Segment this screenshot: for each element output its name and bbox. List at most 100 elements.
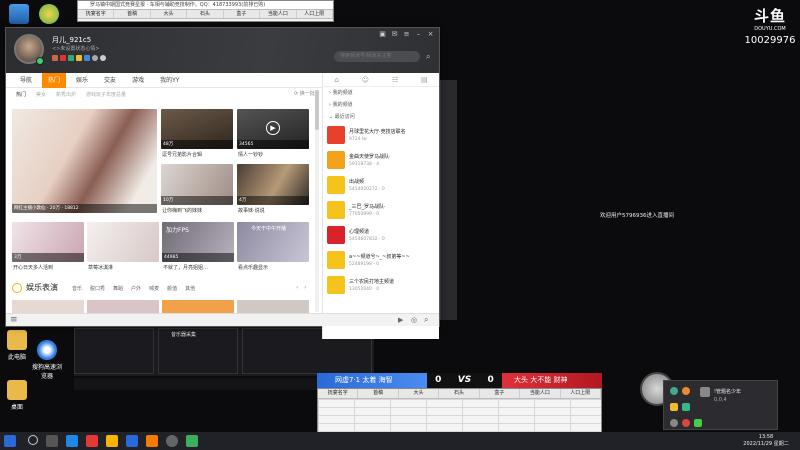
- edge-browser-icon[interactable]: [66, 435, 78, 447]
- badge-icon[interactable]: [68, 55, 74, 61]
- app-icon[interactable]: [86, 435, 98, 447]
- subtab-beauty[interactable]: 美女: [36, 89, 46, 101]
- recent-channel-item[interactable]: a~~频道兮~_~叔弟等~~ 52489198 · 0: [323, 248, 439, 273]
- stream-tile[interactable]: ▶ 34565: [237, 109, 309, 149]
- recent-channel-item[interactable]: 心理频道 5454607832 · 0: [323, 223, 439, 248]
- section-my-channel[interactable]: › 我的频道: [323, 87, 439, 99]
- tab-hot[interactable]: 热门: [42, 73, 67, 88]
- stream-tile[interactable]: [237, 300, 309, 314]
- stream-tile[interactable]: [162, 300, 234, 314]
- obs-source-item[interactable]: 昔乐器采集: [171, 331, 196, 338]
- section-tab[interactable]: 喊麦: [149, 285, 159, 292]
- app-icon[interactable]: [126, 435, 138, 447]
- home-icon[interactable]: ⌂: [334, 76, 338, 84]
- recent-channel-item[interactable]: 金曲天使罗马战队· 59318738 · 4: [323, 148, 439, 173]
- stream-tile[interactable]: 10万: [161, 164, 233, 205]
- subtab-annual[interactable]: 游戏玩子年度总量: [86, 89, 126, 101]
- desktop-icon-app[interactable]: [32, 4, 66, 26]
- recent-channel-item[interactable]: 三个农民打地主频道 13051040 · 0: [323, 273, 439, 298]
- channel-avatar: [327, 276, 345, 294]
- heart-icon[interactable]: [92, 55, 98, 61]
- user-signature[interactable]: <>未设置状态心情>: [52, 45, 100, 52]
- channel-info: 59318738 · 4: [349, 162, 380, 167]
- search-icon[interactable]: ⌕: [426, 52, 435, 61]
- channel-icon[interactable]: ▤: [421, 76, 428, 84]
- desktop-icon-desk[interactable]: 桌面: [0, 380, 34, 411]
- tab-games[interactable]: 游戏: [126, 73, 150, 88]
- task-view-icon[interactable]: [46, 435, 58, 447]
- tray-icon[interactable]: [682, 403, 690, 411]
- search-icon[interactable]: [28, 435, 38, 445]
- content-scrollbar[interactable]: [315, 90, 319, 312]
- section-tab[interactable]: 户外: [131, 285, 141, 292]
- stream-tile-featured[interactable]: 网红主播小歌仙 · 20万 · 18812: [12, 109, 157, 213]
- obs-scenes: [74, 328, 154, 374]
- skin-icon[interactable]: ▣: [378, 30, 387, 39]
- tile-overlay-text: 今天干中午开播: [251, 226, 287, 232]
- stream-tile[interactable]: 加力FPS 44985: [162, 222, 234, 262]
- subtab-newcomer[interactable]: 新秀出炉: [56, 89, 76, 101]
- folder-icon[interactable]: [106, 435, 118, 447]
- tray-icon[interactable]: [694, 419, 702, 427]
- section-recent[interactable]: ⌄ 最近访问: [323, 111, 439, 123]
- group-icon[interactable]: ☷: [392, 76, 398, 84]
- stream-tile[interactable]: [12, 300, 84, 314]
- badge-icon[interactable]: [60, 55, 66, 61]
- minimize-icon[interactable]: –: [414, 30, 423, 39]
- app-icon[interactable]: [166, 435, 178, 447]
- stream-tile[interactable]: 3万: [12, 222, 84, 262]
- desktop-icon-computer[interactable]: [2, 4, 36, 26]
- section-tab[interactable]: 舞蹈: [113, 285, 123, 292]
- tray-icon[interactable]: [670, 403, 678, 411]
- tab-entertainment[interactable]: 娱乐: [70, 73, 94, 88]
- scrollbar-thumb[interactable]: [315, 90, 319, 130]
- channel-search-input[interactable]: [334, 51, 420, 62]
- tray-icon[interactable]: [670, 419, 678, 427]
- desktop-icon-folder[interactable]: 此电脑: [0, 330, 34, 361]
- settings-icon[interactable]: [100, 55, 106, 61]
- section-tab[interactable]: 脱口秀: [90, 285, 105, 292]
- section-prev-icon[interactable]: ‹: [296, 284, 298, 291]
- recent-channel-item[interactable]: 月球里花大厅·竞技店联名 9724 lw: [323, 123, 439, 148]
- tray-icon[interactable]: [670, 387, 678, 395]
- refresh-button[interactable]: ⟳ 换一批: [294, 90, 315, 97]
- recent-channel-item[interactable]: _三巴_罗马战队· 77050999 · 0: [323, 198, 439, 223]
- stream-tile[interactable]: [87, 222, 159, 262]
- section-tab[interactable]: 音乐: [72, 285, 82, 292]
- stream-tile[interactable]: 48万: [161, 109, 233, 149]
- search-icon[interactable]: ⌕: [424, 315, 428, 325]
- channel-name: 出战频: [349, 179, 365, 185]
- play-icon[interactable]: ▶: [398, 316, 403, 324]
- message-icon[interactable]: ✉: [390, 30, 399, 39]
- desktop-icon-sogou[interactable]: 搜狗高速浏览器: [30, 340, 64, 380]
- tab-social[interactable]: 交友: [98, 73, 122, 88]
- user-name[interactable]: 月儿_921c5: [52, 35, 91, 45]
- section-my-channel-2[interactable]: › 我的频道: [323, 99, 439, 111]
- record-icon[interactable]: ◎: [411, 316, 417, 324]
- menu-icon[interactable]: ≡: [402, 30, 411, 39]
- section-tab[interactable]: 其他: [185, 285, 195, 292]
- section-next-icon[interactable]: ›: [304, 284, 306, 291]
- windows-start-icon[interactable]: [4, 435, 16, 447]
- stream-tile[interactable]: 今天干中午开播: [237, 222, 309, 262]
- clock[interactable]: 13:58 2022/11/29 星期二: [738, 434, 794, 448]
- badge-icon[interactable]: [84, 55, 90, 61]
- tray-icon[interactable]: [682, 387, 690, 395]
- stream-tile[interactable]: [87, 300, 159, 314]
- close-icon[interactable]: ×: [426, 30, 435, 39]
- recent-channel-item[interactable]: 出战频 5454020272 · 0: [323, 173, 439, 198]
- play-icon[interactable]: ▶: [266, 121, 280, 135]
- section-tab[interactable]: 颜值: [167, 285, 177, 292]
- tab-nav[interactable]: 导航: [14, 73, 38, 88]
- tab-my-yy[interactable]: 我的YY: [154, 73, 185, 88]
- tray-icon[interactable]: [682, 419, 690, 427]
- col-header: 人口上限: [561, 389, 601, 398]
- app-icon[interactable]: [186, 435, 198, 447]
- badge-icon[interactable]: [52, 55, 58, 61]
- app-icon[interactable]: [146, 435, 158, 447]
- contacts-icon[interactable]: ☺: [362, 76, 369, 84]
- stream-tile[interactable]: 4万: [237, 164, 309, 205]
- subtab-hot[interactable]: 热门: [16, 89, 26, 101]
- main-menu-icon[interactable]: ≡: [10, 315, 18, 325]
- badge-icon[interactable]: [76, 55, 82, 61]
